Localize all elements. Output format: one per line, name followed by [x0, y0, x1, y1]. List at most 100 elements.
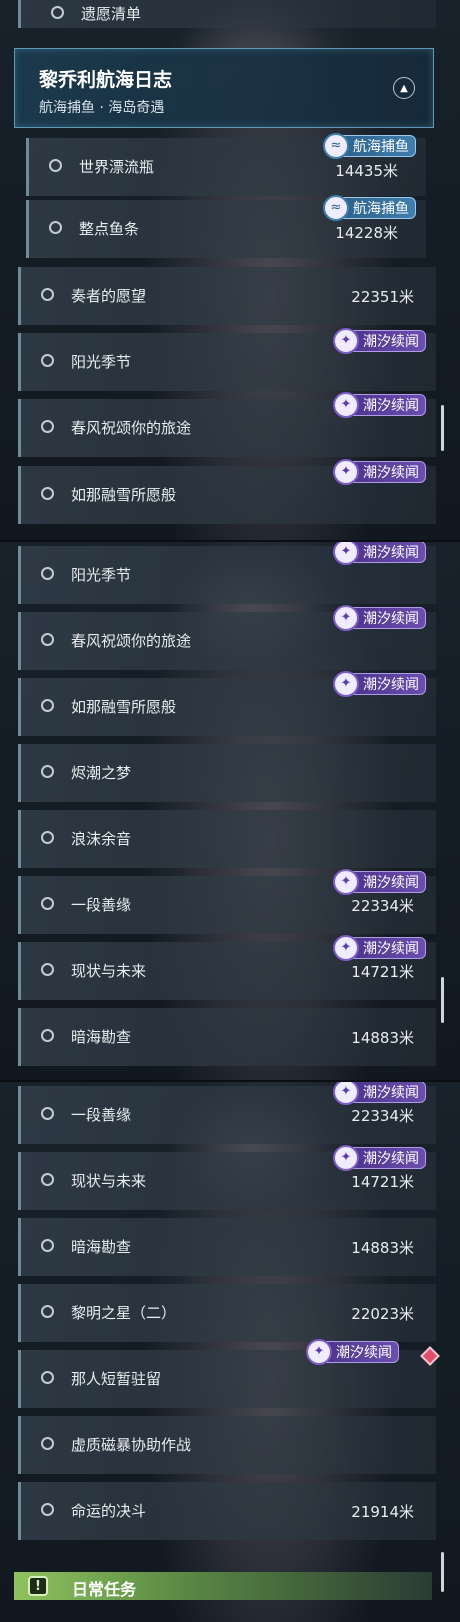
quest-panel-3: ✦ 潮汐续闻 一段善缘 22334米 ✦ 潮汐续闻 现状与未来 14721米 暗…	[0, 1080, 460, 1622]
quest-distance: 22334米	[351, 1107, 414, 1125]
scrollbar[interactable]	[441, 405, 444, 451]
quest-item[interactable]: 奏者的愿望 22351米	[18, 267, 436, 325]
quest-item[interactable]: 虚质磁暴协助作战	[18, 1416, 436, 1474]
tide-tag: ✦ 潮汐续闻	[333, 671, 426, 697]
quest-item[interactable]: 烬潮之梦	[18, 744, 436, 802]
tag-label: 潮汐续闻	[363, 465, 419, 481]
quest-item[interactable]: ✦ 潮汐续闻 春风祝颂你的旅途	[18, 392, 436, 457]
quest-distance: 14228米	[335, 224, 398, 242]
quest-item[interactable]: ✦ 潮汐续闻 如那融雪所愿般	[18, 459, 436, 524]
quest-item[interactable]: 命运的决斗 21914米	[18, 1482, 436, 1540]
quest-item[interactable]: ✦ 潮汐续闻 那人短暂驻留	[18, 1339, 440, 1408]
tag-label: 航海捕鱼	[353, 139, 409, 155]
quest-panel-1: 遗愿清单 黎乔利航海日志 航海捕鱼 · 海岛奇遇 ▲ ≈ 航海捕鱼 世界漂流瓶 …	[0, 0, 460, 540]
category-title: 黎乔利航海日志	[39, 69, 173, 91]
tide-tag: ✦ 潮汐续闻	[306, 1339, 399, 1365]
quest-item[interactable]: ✦ 潮汐续闻 阳光季节	[18, 328, 436, 391]
quest-item[interactable]: ✦ 潮汐续闻 如那融雪所愿般	[18, 671, 436, 736]
quest-label: 遗愿清单	[81, 5, 142, 23]
status-circle-icon	[41, 1305, 54, 1318]
tag-label: 潮汐续闻	[363, 334, 419, 350]
quest-item[interactable]: 暗海勘查 14883米	[18, 1218, 436, 1276]
quest-distance: 14721米	[351, 1173, 414, 1191]
status-circle-icon	[49, 159, 62, 172]
quest-item[interactable]: ≈ 航海捕鱼 世界漂流瓶 14435米	[26, 133, 426, 196]
status-circle-icon	[41, 963, 54, 976]
quest-label: 春风祝颂你的旅途	[71, 632, 192, 650]
quest-item[interactable]: ✦ 潮汐续闻 现状与未来 14721米	[18, 1145, 436, 1210]
quest-item[interactable]: ✦ 潮汐续闻 一段善缘 22334米	[18, 1082, 436, 1144]
quest-distance: 14883米	[351, 1239, 414, 1257]
status-circle-icon	[41, 897, 54, 910]
quest-label: 一段善缘	[71, 896, 132, 914]
status-circle-icon	[41, 1239, 54, 1252]
quest-label: 整点鱼条	[79, 220, 140, 238]
quest-item[interactable]: ≈ 航海捕鱼 整点鱼条 14228米	[26, 195, 426, 258]
fishing-tag: ≈ 航海捕鱼	[323, 133, 416, 159]
quest-item[interactable]: ✦ 潮汐续闻 现状与未来 14721米	[18, 935, 436, 1000]
collapse-icon[interactable]: ▲	[393, 77, 415, 99]
quest-category-header[interactable]: 黎乔利航海日志 航海捕鱼 · 海岛奇遇 ▲	[14, 48, 434, 128]
tag-label: 潮汐续闻	[336, 1345, 392, 1361]
status-circle-icon	[49, 221, 62, 234]
status-circle-icon	[41, 1173, 54, 1186]
tide-badge-icon: ✦	[333, 392, 359, 418]
quest-item[interactable]: ✦ 潮汐续闻 阳光季节	[18, 542, 436, 604]
wave-icon: ≈	[323, 133, 349, 159]
quest-label: 烬潮之梦	[71, 764, 132, 782]
status-circle-icon	[41, 487, 54, 500]
status-circle-icon	[41, 288, 54, 301]
status-circle-icon	[51, 6, 64, 19]
quest-item[interactable]: 浪沫余音	[18, 810, 436, 868]
quest-label: 一段善缘	[71, 1106, 132, 1124]
quest-label: 黎明之星（二）	[71, 1304, 177, 1322]
quest-distance: 14721米	[351, 963, 414, 981]
quest-label: 暗海勘查	[71, 1028, 132, 1046]
quest-label: 那人短暂驻留	[71, 1370, 162, 1388]
tide-badge-icon: ✦	[333, 605, 359, 631]
tracking-diamond-icon	[420, 1346, 440, 1366]
tide-tag: ✦ 潮汐续闻	[333, 392, 426, 418]
quest-item[interactable]: ✦ 潮汐续闻 一段善缘 22334米	[18, 869, 436, 934]
wave-icon: ≈	[323, 195, 349, 221]
tide-badge-icon: ✦	[333, 328, 359, 354]
quest-panel-2: ✦ 潮汐续闻 阳光季节 ✦ 潮汐续闻 春风祝颂你的旅途 ✦ 潮汐续闻 如那融雪所…	[0, 540, 460, 1082]
quest-label: 浪沫余音	[71, 830, 132, 848]
tag-label: 潮汐续闻	[363, 545, 419, 561]
tide-tag: ✦ 潮汐续闻	[333, 542, 426, 565]
status-circle-icon	[41, 765, 54, 778]
quest-label: 现状与未来	[71, 962, 147, 980]
tag-label: 航海捕鱼	[353, 201, 409, 217]
tag-label: 潮汐续闻	[363, 941, 419, 957]
daily-missions-header[interactable]: ! 日常任务	[14, 1572, 432, 1600]
scrollbar[interactable]	[441, 1552, 444, 1592]
quest-label: 阳光季节	[71, 566, 132, 584]
quest-label: 现状与未来	[71, 1172, 147, 1190]
quest-label: 阳光季节	[71, 353, 132, 371]
quest-item-last-wish[interactable]: 遗愿清单	[18, 0, 436, 28]
quest-item[interactable]: 暗海勘查 14883米	[18, 1008, 436, 1066]
quest-distance: 14435米	[335, 162, 398, 180]
tag-label: 潮汐续闻	[363, 611, 419, 627]
status-circle-icon	[41, 354, 54, 367]
status-circle-icon	[41, 633, 54, 646]
quest-label: 如那融雪所愿般	[71, 486, 177, 504]
tide-tag: ✦ 潮汐续闻	[333, 935, 426, 961]
quest-item[interactable]: 黎明之星（二） 22023米	[18, 1284, 436, 1342]
tide-tag: ✦ 潮汐续闻	[333, 1145, 426, 1171]
status-circle-icon	[41, 1437, 54, 1450]
quest-label: 如那融雪所愿般	[71, 698, 177, 716]
fishing-tag: ≈ 航海捕鱼	[323, 195, 416, 221]
tide-badge-icon: ✦	[333, 671, 359, 697]
quest-label: 奏者的愿望	[71, 287, 147, 305]
tide-badge-icon: ✦	[333, 935, 359, 961]
status-circle-icon	[41, 1107, 54, 1120]
quest-distance: 21914米	[351, 1503, 414, 1521]
quest-item[interactable]: ✦ 潮汐续闻 春风祝颂你的旅途	[18, 605, 436, 670]
tag-label: 潮汐续闻	[363, 875, 419, 891]
scrollbar[interactable]	[441, 977, 444, 1023]
tide-tag: ✦ 潮汐续闻	[333, 1082, 426, 1105]
status-circle-icon	[41, 1503, 54, 1516]
tide-badge-icon: ✦	[333, 869, 359, 895]
tag-label: 潮汐续闻	[363, 1151, 419, 1167]
